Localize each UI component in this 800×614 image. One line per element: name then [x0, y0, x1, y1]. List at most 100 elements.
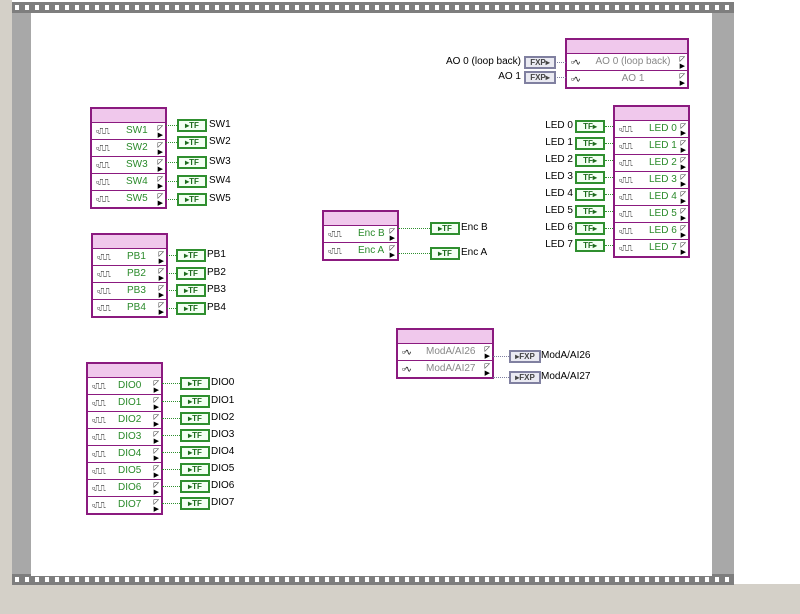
node-row[interactable]: ▫⎍⎍ Enc A ◸ ▶: [324, 243, 397, 259]
digital-waveform-icon: ▫⎍⎍: [619, 124, 633, 134]
wire: [493, 377, 509, 378]
pushbutton-property-node[interactable]: ▫⎍⎍ PB1 ◸ ▶ ▫⎍⎍ PB2 ◸ ▶ ▫⎍⎍ PB3 ◸ ▶ ▫⎍⎍ PB4 ◸ ▶: [91, 233, 168, 318]
node-row[interactable]: ▫⎍⎍ DIO1 ◸ ▶: [88, 395, 161, 412]
fxp-indicator-terminal[interactable]: ▸FXP: [509, 371, 541, 384]
indicator-label: Enc A: [461, 247, 488, 258]
boolean-indicator-terminal[interactable]: ▸TF: [430, 222, 460, 235]
wire: [162, 452, 180, 453]
boolean-indicator-terminal[interactable]: ▸TF: [180, 480, 210, 493]
node-row[interactable]: ▫⎍⎍ LED 0 ◸ ▶: [615, 121, 688, 138]
digital-waveform-icon: ▫⎍⎍: [619, 141, 633, 151]
boolean-control-terminal[interactable]: TF▸: [575, 205, 605, 218]
indicator-label: DIO4: [211, 446, 235, 457]
boolean-control-terminal[interactable]: TF▸: [575, 239, 605, 252]
boolean-control-terminal[interactable]: TF▸: [575, 188, 605, 201]
led-property-node[interactable]: ▫⎍⎍ LED 0 ◸ ▶ ▫⎍⎍ LED 1 ◸ ▶ ▫⎍⎍ LED 2 ◸ ▶ ▫⎍⎍ LED 3 ◸ ▶…: [613, 105, 690, 258]
node-row[interactable]: ▫⎍⎍ DIO3 ◸ ▶: [88, 429, 161, 446]
node-row[interactable]: ▫⎍⎍ DIO4 ◸ ▶: [88, 446, 161, 463]
boolean-control-terminal[interactable]: TF▸: [575, 171, 605, 184]
boolean-indicator-terminal[interactable]: ▸TF: [176, 284, 206, 297]
node-row[interactable]: ▫⎍⎍ LED 3 ◸ ▶: [615, 172, 688, 189]
boolean-indicator-terminal[interactable]: ▸TF: [180, 497, 210, 510]
boolean-indicator-terminal[interactable]: ▸TF: [176, 267, 206, 280]
row-arrow-icon: ▶: [157, 166, 163, 173]
node-row[interactable]: ▫⎍⎍ DIO2 ◸ ▶: [88, 412, 161, 429]
node-row[interactable]: ▫⎍⎍ SW5 ◸ ▶: [92, 191, 165, 207]
node-row[interactable]: ▫⎍⎍ LED 6 ◸ ▶: [615, 223, 688, 240]
fxp-control-terminal[interactable]: FXP▸: [524, 56, 556, 69]
boolean-indicator-terminal[interactable]: ▸TF: [177, 193, 207, 206]
boolean-indicator-terminal[interactable]: ▸TF: [180, 463, 210, 476]
node-row-label: LED 5: [649, 208, 677, 219]
dio-property-node[interactable]: ▫⎍⎍ DIO0 ◸ ▶ ▫⎍⎍ DIO1 ◸ ▶ ▫⎍⎍ DIO2 ◸ ▶ ▫⎍⎍ DIO3 ◸ ▶ ▫⎍⎍ D…: [86, 362, 163, 515]
boolean-control-terminal[interactable]: TF▸: [575, 120, 605, 133]
fxp-control-terminal[interactable]: FXP▸: [524, 71, 556, 84]
indicator-label: DIO7: [211, 497, 235, 508]
row-arrow-icon: ▶: [680, 198, 686, 205]
node-row[interactable]: ▫⎍⎍ LED 4 ◸ ▶: [615, 189, 688, 206]
boolean-indicator-terminal[interactable]: ▸TF: [180, 446, 210, 459]
indicator-label: PB1: [207, 249, 226, 260]
right-margin: [734, 0, 800, 614]
control-label: LED 1: [545, 137, 573, 148]
node-row[interactable]: ▫⎍⎍ SW3 ◸ ▶: [92, 157, 165, 174]
wire: [162, 418, 180, 419]
node-row[interactable]: ▫∿ ModA/AI26 ◸ ▶: [398, 344, 492, 361]
boolean-indicator-terminal[interactable]: ▸TF: [177, 136, 207, 149]
node-row-label: DIO2: [118, 414, 142, 425]
row-arrow-icon: ▶: [153, 506, 159, 513]
node-row[interactable]: ▫⎍⎍ DIO7 ◸ ▶: [88, 497, 161, 513]
boolean-indicator-terminal[interactable]: ▸TF: [180, 395, 210, 408]
node-row-label: DIO7: [118, 499, 142, 510]
fxp-indicator-terminal[interactable]: ▸FXP: [509, 350, 541, 363]
node-row[interactable]: ▫⎍⎍ DIO6 ◸ ▶: [88, 480, 161, 497]
boolean-indicator-terminal[interactable]: ▸TF: [430, 247, 460, 260]
wire: [166, 125, 177, 126]
node-row-label: LED 4: [649, 191, 677, 202]
node-row-label: SW4: [126, 176, 148, 187]
node-row[interactable]: ▫⎍⎍ DIO0 ◸ ▶: [88, 378, 161, 395]
boolean-indicator-terminal[interactable]: ▸TF: [180, 377, 210, 390]
node-row[interactable]: ▫⎍⎍ Enc B ◸ ▶: [324, 226, 397, 243]
analog-input-property-node[interactable]: ▫∿ ModA/AI26 ◸ ▶ ▫∿ ModA/AI27 ◸ ▶: [396, 328, 494, 379]
analog-output-property-node[interactable]: ▫∿ AO 0 (loop back) ◸ ▶ ▫∿ AO 1 ◸ ▶: [565, 38, 689, 89]
switch-property-node[interactable]: ▫⎍⎍ SW1 ◸ ▶ ▫⎍⎍ SW2 ◸ ▶ ▫⎍⎍ SW3 ◸ ▶ ▫⎍⎍ SW4 ◸ ▶ ▫⎍⎍ SW5 ◸ ▶: [90, 107, 167, 209]
node-row[interactable]: ▫⎍⎍ LED 5 ◸ ▶: [615, 206, 688, 223]
bottom-margin: [0, 584, 800, 614]
wire: [605, 228, 613, 229]
indicator-label: Enc B: [461, 222, 488, 233]
boolean-indicator-terminal[interactable]: ▸TF: [177, 119, 207, 132]
node-row[interactable]: ▫⎍⎍ SW1 ◸ ▶: [92, 123, 165, 140]
node-row[interactable]: ▫⎍⎍ PB1 ◸ ▶: [93, 249, 166, 266]
node-row[interactable]: ▫⎍⎍ LED 1 ◸ ▶: [615, 138, 688, 155]
boolean-control-terminal[interactable]: TF▸: [575, 137, 605, 150]
row-arrow-icon: ▶: [680, 164, 686, 171]
control-label: LED 6: [545, 222, 573, 233]
node-row[interactable]: ▫∿ AO 1 ◸ ▶: [567, 71, 687, 87]
boolean-control-terminal[interactable]: TF▸: [575, 222, 605, 235]
control-label: LED 7: [545, 239, 573, 250]
digital-waveform-icon: ▫⎍⎍: [97, 252, 111, 262]
node-row[interactable]: ▫⎍⎍ PB3 ◸ ▶: [93, 283, 166, 300]
boolean-indicator-terminal[interactable]: ▸TF: [180, 412, 210, 425]
boolean-indicator-terminal[interactable]: ▸TF: [176, 302, 206, 315]
node-header: [615, 107, 688, 121]
node-row[interactable]: ▫⎍⎍ DIO5 ◸ ▶: [88, 463, 161, 480]
boolean-indicator-terminal[interactable]: ▸TF: [176, 249, 206, 262]
node-row-label: LED 3: [649, 174, 677, 185]
node-row-label: PB1: [127, 251, 146, 262]
node-row[interactable]: ▫⎍⎍ SW4 ◸ ▶: [92, 174, 165, 191]
boolean-indicator-terminal[interactable]: ▸TF: [177, 156, 207, 169]
node-row[interactable]: ▫∿ AO 0 (loop back) ◸ ▶: [567, 54, 687, 71]
boolean-indicator-terminal[interactable]: ▸TF: [177, 175, 207, 188]
node-row[interactable]: ▫⎍⎍ LED 2 ◸ ▶: [615, 155, 688, 172]
node-row[interactable]: ▫⎍⎍ SW2 ◸ ▶: [92, 140, 165, 157]
encoder-property-node[interactable]: ▫⎍⎍ Enc B ◸ ▶ ▫⎍⎍ Enc A ◸ ▶: [322, 210, 399, 261]
wire: [167, 308, 176, 309]
boolean-indicator-terminal[interactable]: ▸TF: [180, 429, 210, 442]
node-row[interactable]: ▫⎍⎍ PB4 ◸ ▶: [93, 300, 166, 316]
node-row[interactable]: ▫⎍⎍ PB2 ◸ ▶: [93, 266, 166, 283]
node-row[interactable]: ▫⎍⎍ LED 7 ◸ ▶: [615, 240, 688, 256]
boolean-control-terminal[interactable]: TF▸: [575, 154, 605, 167]
node-row[interactable]: ▫∿ ModA/AI27 ◸ ▶: [398, 361, 492, 377]
